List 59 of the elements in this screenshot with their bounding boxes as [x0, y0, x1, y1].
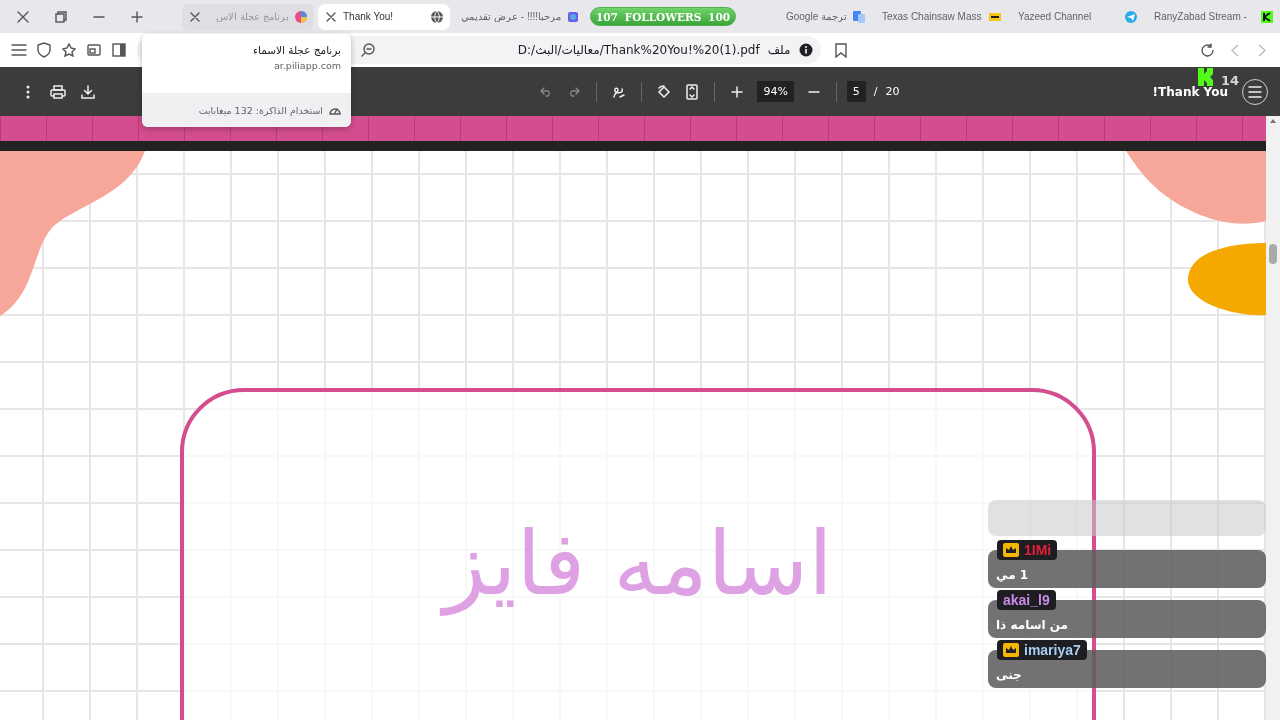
- back-icon: [1230, 43, 1239, 57]
- browser-tab[interactable]: Texas Chainsaw Mass: [876, 3, 1008, 30]
- gauge-icon: [329, 105, 341, 115]
- page-count: 20: [885, 85, 900, 98]
- menu-icon: [10, 44, 27, 56]
- site-icon: [294, 9, 308, 24]
- restore-icon: [55, 10, 67, 23]
- browser-tab[interactable]: مرحبا!!!! - عرض تقديمي: [454, 3, 586, 30]
- shield-icon: [36, 42, 51, 58]
- window-icon: [86, 44, 101, 56]
- page-field[interactable]: 5: [846, 81, 866, 102]
- undo-icon: [540, 86, 553, 97]
- rotate-icon: [657, 84, 672, 99]
- tooltip-title: برنامج عجلة الاسماء: [252, 44, 341, 56]
- username-text: 1IMi: [1024, 542, 1052, 558]
- close-icon[interactable]: [326, 11, 336, 22]
- reload-icon: [1200, 42, 1215, 58]
- browser-tab[interactable]: ترجمة Google: [740, 3, 872, 30]
- username-text: akai_l9: [1003, 592, 1050, 608]
- menu-icon[interactable]: [1248, 85, 1262, 98]
- chat-message: جنى: [996, 668, 1022, 682]
- zoom-field[interactable]: 94%: [757, 81, 794, 102]
- sidebar-icon: [111, 43, 126, 57]
- star-icon: [61, 43, 76, 57]
- chat-message: 1 مي: [996, 568, 1029, 582]
- close-icon[interactable]: [190, 11, 200, 22]
- chat-message: من اسامه ذا: [996, 618, 1068, 632]
- close-icon: [17, 10, 29, 23]
- page-separator: /: [873, 85, 878, 98]
- goal-label: FOLLOWERS: [624, 10, 702, 23]
- browser-tab[interactable]: Yazeed Channel: [1012, 3, 1144, 30]
- site-icon: [566, 9, 580, 24]
- forward-icon: [1257, 43, 1266, 57]
- redo-icon: [568, 86, 581, 97]
- download-icon: [81, 84, 95, 99]
- scheme-label: ملف: [767, 43, 791, 57]
- more-icon: [26, 84, 30, 99]
- memory-usage: استخدام الذاكرة: 132 ميغابايت: [198, 104, 323, 116]
- crown-icon: [1003, 643, 1019, 657]
- site-icon: [430, 9, 444, 24]
- zoom-out-icon[interactable]: [361, 43, 375, 57]
- bookmark-icon: [835, 42, 847, 58]
- scroll-thumb[interactable]: [1269, 244, 1277, 264]
- pen-icon: [612, 84, 627, 99]
- goal-target: 100: [708, 10, 730, 23]
- plus-icon: [131, 10, 143, 23]
- scroll-up-icon[interactable]: [1269, 118, 1277, 124]
- info-icon[interactable]: [798, 43, 813, 57]
- crown-icon: [1003, 543, 1019, 557]
- site-icon: [1124, 9, 1138, 24]
- goal-current: 107: [596, 10, 618, 23]
- print-icon: [50, 84, 66, 99]
- site-icon: [852, 9, 866, 24]
- site-icon: [1260, 9, 1274, 24]
- fit-page-icon: [686, 83, 699, 100]
- browser-tab[interactable]: RanyZabad Stream -: [1148, 3, 1280, 30]
- username-text: imariya7: [1024, 642, 1081, 658]
- plus-icon: [731, 85, 744, 98]
- browser-tab[interactable]: Thank You!: [318, 3, 450, 30]
